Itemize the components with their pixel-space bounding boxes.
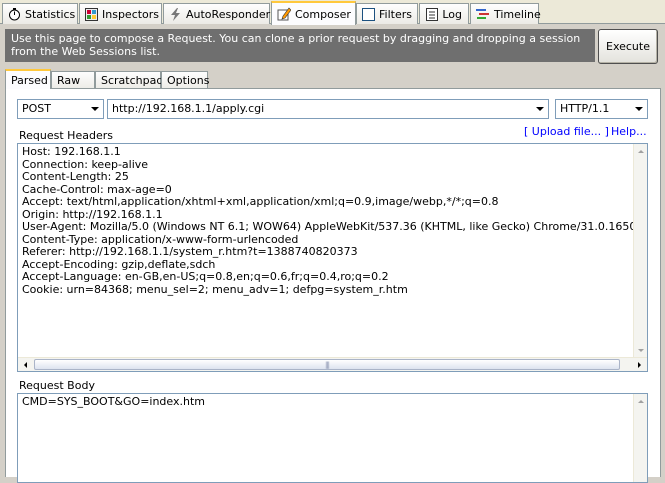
help-link[interactable]: Help... — [611, 125, 647, 138]
tab-label: Filters — [379, 7, 412, 21]
request-body-text: CMD=SYS_BOOT&GO=index.htm — [22, 396, 205, 408]
lightning-icon — [169, 7, 182, 21]
chevron-down-icon[interactable] — [532, 100, 548, 118]
scrollbar-thumb[interactable]: ||| — [34, 359, 620, 370]
log-icon — [425, 7, 438, 21]
tab-label: AutoResponder — [186, 7, 271, 21]
header-line: Referer: http://192.168.1.1/system_r.htm… — [22, 245, 358, 258]
tab-autoresponder[interactable]: AutoResponder — [163, 3, 270, 24]
request-headers-label: Request Headers — [19, 129, 113, 142]
checkbox-icon — [362, 7, 375, 21]
tab-statistics[interactable]: Statistics — [2, 3, 78, 24]
scroll-up-icon[interactable] — [634, 394, 647, 408]
tab-timeline[interactable]: Timeline — [470, 3, 541, 24]
request-body-textarea[interactable]: CMD=SYS_BOOT&GO=index.htm — [17, 393, 648, 483]
main-tab-strip: Statistics Inspectors AutoResponder Comp… — [0, 0, 665, 25]
url-input[interactable]: http://192.168.1.1/apply.cgi — [107, 99, 549, 119]
upload-file-link[interactable]: [ Upload file... ] — [524, 125, 609, 138]
stopwatch-icon — [8, 7, 21, 21]
header-line: Accept: text/html,application/xhtml+xml,… — [22, 195, 499, 208]
body-vertical-scrollbar[interactable] — [633, 394, 647, 482]
scroll-down-icon[interactable] — [634, 343, 647, 357]
header-line: Cookie: urn=84368; menu_sel=2; menu_adv=… — [22, 282, 408, 296]
header-line: User-Agent: Mozilla/5.0 (Windows NT 6.1;… — [22, 220, 633, 233]
tab-options[interactable]: Options — [161, 71, 209, 89]
inspectors-icon — [85, 7, 98, 21]
method-value: POST — [22, 102, 51, 115]
tab-label: Inspectors — [102, 7, 160, 21]
chevron-down-icon[interactable] — [631, 100, 647, 118]
tab-raw[interactable]: Raw — [51, 71, 95, 89]
tab-parsed[interactable]: Parsed — [5, 69, 51, 89]
chevron-down-icon[interactable] — [87, 100, 103, 118]
execute-button[interactable]: Execute — [598, 29, 658, 64]
tab-scratchpad[interactable]: Scratchpad — [95, 71, 163, 89]
timeline-icon — [476, 7, 490, 21]
tab-label: Composer — [295, 7, 351, 21]
tab-inspectors[interactable]: Inspectors — [79, 3, 162, 24]
header-line: Accept-Language: en-GB,en-US;q=0.8,en;q=… — [22, 270, 389, 283]
tab-composer[interactable]: Composer — [271, 1, 356, 25]
request-headers-text: Host: 192.168.1.1 Connection: keep-alive C… — [22, 146, 633, 296]
headers-horizontal-scrollbar[interactable]: ||| — [18, 357, 647, 371]
composer-parsed-panel: POST http://192.168.1.1/apply.cgi HTTP/1… — [5, 88, 661, 483]
tab-label: Statistics — [25, 7, 76, 21]
scroll-up-icon[interactable] — [634, 144, 647, 158]
url-value: http://192.168.1.1/apply.cgi — [112, 102, 265, 115]
header-line: Content-Length: 25 — [22, 170, 129, 183]
tab-label: Timeline — [494, 7, 541, 21]
request-headers-textarea[interactable]: Host: 192.168.1.1 Connection: keep-alive C… — [17, 143, 648, 372]
headers-vertical-scrollbar[interactable] — [633, 144, 647, 357]
header-line: Host: 192.168.1.1 — [22, 146, 121, 158]
http-version-select[interactable]: HTTP/1.1 — [555, 99, 648, 119]
tab-label: Log — [442, 7, 462, 21]
request-body-label: Request Body — [19, 379, 95, 392]
tab-filters[interactable]: Filters — [356, 3, 418, 24]
scroll-right-icon[interactable] — [632, 358, 646, 371]
method-select[interactable]: POST — [17, 99, 104, 119]
pencil-icon — [277, 7, 291, 21]
composer-info-banner: Use this page to compose a Request. You … — [5, 29, 595, 62]
http-version-value: HTTP/1.1 — [560, 102, 610, 115]
grip-icon: ||| — [324, 360, 330, 369]
scroll-left-icon[interactable] — [18, 358, 32, 371]
tab-log[interactable]: Log — [419, 3, 469, 24]
